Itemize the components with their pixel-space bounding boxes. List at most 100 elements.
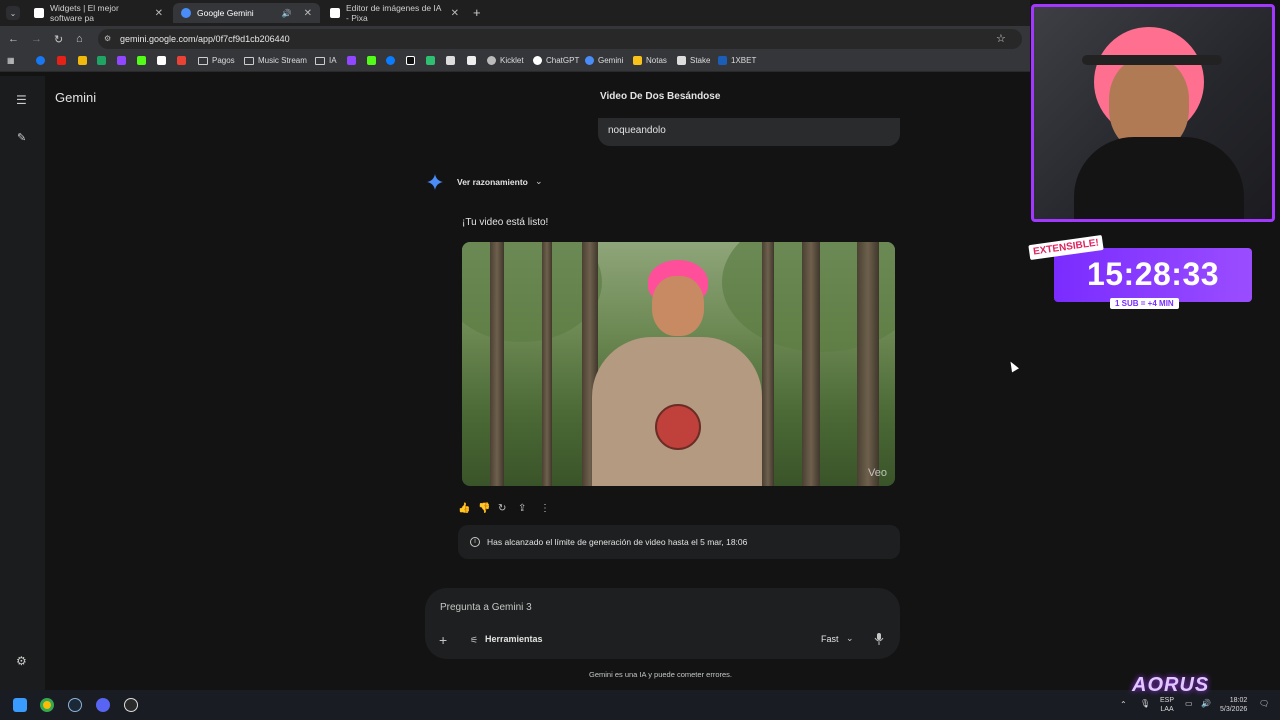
forward-icon[interactable]: → xyxy=(31,33,42,45)
microphone-icon[interactable] xyxy=(874,633,884,645)
tiktok-bookmark-icon[interactable] xyxy=(406,56,415,65)
tab-widgets[interactable]: Widgets | El mejor software pa ✕ xyxy=(26,3,171,23)
person-face xyxy=(652,276,704,336)
tree-trunk xyxy=(490,242,504,486)
bookmark-icon[interactable] xyxy=(467,56,476,65)
prompt-composer[interactable] xyxy=(425,588,900,659)
close-icon[interactable]: ✕ xyxy=(155,8,163,19)
volume-icon[interactable]: 🔊 xyxy=(1201,699,1211,708)
menu-icon[interactable]: ☰ xyxy=(16,93,27,107)
generated-video[interactable] xyxy=(462,242,895,486)
windows-taskbar xyxy=(0,690,1280,720)
gemini-favicon-icon xyxy=(181,8,191,18)
chevron-down-icon[interactable]: ⌄ xyxy=(846,633,854,644)
streamer-shirt xyxy=(1074,137,1244,219)
speaker-icon[interactable]: 🔊 xyxy=(282,9,292,18)
model-selector[interactable]: Fast xyxy=(821,634,839,644)
url-input[interactable]: gemini.google.com/app/0f7cf9d1cb206440 xyxy=(98,29,1022,49)
kick-bookmark-icon[interactable] xyxy=(137,56,146,65)
chat-title: Video De Dos Besándose xyxy=(600,91,721,102)
tab-search-button[interactable]: ⌄ xyxy=(6,6,20,20)
close-icon[interactable]: ✕ xyxy=(304,8,312,19)
network-icon[interactable]: ▭ xyxy=(1185,699,1193,708)
reload-icon[interactable]: ↻ xyxy=(54,33,63,46)
sub-rate-label: 1 SUB = +4 MIN xyxy=(1110,298,1179,309)
gmail-bookmark-icon[interactable] xyxy=(177,56,186,65)
windows-start-icon[interactable] xyxy=(13,698,27,712)
bookmark-icon[interactable] xyxy=(157,56,166,65)
tray-expand-icon[interactable]: ⌃ xyxy=(1120,700,1127,709)
bookmark-folder-ia[interactable]: IA xyxy=(315,56,337,65)
foliage xyxy=(462,242,602,342)
subathon-timer: 15:28:33 xyxy=(1086,256,1220,292)
bookmark-icon[interactable] xyxy=(426,56,435,65)
user-message: noqueandolo xyxy=(598,118,900,146)
tab-label: Editor de imágenes de IA - Pixa xyxy=(346,3,441,23)
apps-icon[interactable]: ▦ xyxy=(7,56,15,65)
bookmark-gemini[interactable]: Gemini xyxy=(585,56,623,65)
discord-icon[interactable] xyxy=(96,698,110,712)
folder-icon xyxy=(315,56,325,65)
thumbs-up-icon[interactable]: 👍 xyxy=(458,503,470,514)
binance-bookmark-icon[interactable] xyxy=(78,56,87,65)
tab-gemini[interactable]: Google Gemini 🔊 ✕ xyxy=(173,3,320,23)
steam-icon[interactable] xyxy=(68,698,82,712)
language-indicator[interactable]: ESP LAA xyxy=(1160,696,1174,714)
site-info-icon[interactable]: ⚙ xyxy=(104,34,111,43)
tree-trunk xyxy=(857,242,879,486)
headset xyxy=(1082,55,1222,65)
show-reasoning-toggle[interactable]: Ver razonamiento xyxy=(457,177,528,187)
add-attachment-icon[interactable]: + xyxy=(439,632,447,648)
settings-icon[interactable]: ⚙ xyxy=(16,654,27,668)
bookmark-notas[interactable]: Notas xyxy=(633,56,667,65)
app-brand[interactable]: Gemini xyxy=(55,90,96,105)
back-icon[interactable]: ← xyxy=(8,33,19,45)
facebook-bookmark-icon[interactable] xyxy=(36,56,45,65)
bookmark-star-icon[interactable]: ☆ xyxy=(996,32,1006,45)
new-tab-button[interactable]: + xyxy=(473,5,481,20)
youtube-bookmark-icon[interactable] xyxy=(57,56,66,65)
gemini-spark-icon xyxy=(427,174,443,190)
address-bar-row: ← → ↻ ⌂ gemini.google.com/app/0f7cf9d1cb… xyxy=(0,26,1030,52)
chevron-down-icon[interactable]: ⌄ xyxy=(535,176,543,187)
obs-icon[interactable] xyxy=(124,698,138,712)
tools-icon[interactable]: ⚟ xyxy=(470,635,478,646)
bookmark-1xbet[interactable]: 1XBET xyxy=(718,56,756,65)
more-options-icon[interactable]: ⋮ xyxy=(540,503,550,514)
bookmark-chatgpt[interactable]: ChatGPT xyxy=(533,56,579,65)
new-chat-icon[interactable]: ✎ xyxy=(17,131,26,144)
bookmark-folder-pagos[interactable]: Pagos xyxy=(198,56,235,65)
shirt-emblem xyxy=(655,404,701,450)
close-icon[interactable]: ✕ xyxy=(451,8,459,19)
limit-notice-text: Has alcanzado el límite de generación de… xyxy=(487,537,748,547)
kick-bookmark-icon[interactable] xyxy=(367,56,376,65)
microphone-tray-icon[interactable]: 🎙 xyxy=(1140,699,1150,708)
bookmark-kicklet[interactable]: Kicklet xyxy=(487,56,524,65)
chrome-icon[interactable] xyxy=(40,698,54,712)
response-text: ¡Tu video está listo! xyxy=(462,217,549,228)
notifications-icon[interactable]: 🗨 xyxy=(1259,699,1269,708)
tools-button[interactable]: Herramientas xyxy=(485,634,543,644)
widgets-favicon-icon xyxy=(34,8,44,18)
veo-watermark: Veo xyxy=(868,467,887,479)
info-icon: i xyxy=(470,537,480,547)
twitch-bookmark-icon[interactable] xyxy=(117,56,126,65)
thumbs-down-icon[interactable]: 👎 xyxy=(478,503,490,514)
mouse-cursor xyxy=(1007,359,1019,373)
bookmark-stake[interactable]: Stake xyxy=(677,56,710,65)
drive-bookmark-icon[interactable] xyxy=(97,56,106,65)
bookmarks-bar: ▦ Pagos Music Stream IA Kicklet ChatGPT … xyxy=(0,52,1030,72)
regenerate-icon[interactable]: ↻ xyxy=(498,503,506,514)
tree-trunk xyxy=(762,242,774,486)
tab-pixa[interactable]: Editor de imágenes de IA - Pixa ✕ xyxy=(322,3,467,23)
bookmark-icon[interactable] xyxy=(446,56,455,65)
meta-bookmark-icon[interactable] xyxy=(386,56,395,65)
clock[interactable]: 18:02 5/3/2026 xyxy=(1220,696,1247,714)
folder-icon xyxy=(244,56,254,65)
bookmark-folder-music-stream[interactable]: Music Stream xyxy=(244,56,307,65)
twitch-bookmark-icon[interactable] xyxy=(347,56,356,65)
prompt-input[interactable]: Pregunta a Gemini 3 xyxy=(440,602,532,613)
tree-trunk xyxy=(542,242,552,486)
home-icon[interactable]: ⌂ xyxy=(76,33,83,45)
share-icon[interactable]: ⇪ xyxy=(518,503,526,514)
